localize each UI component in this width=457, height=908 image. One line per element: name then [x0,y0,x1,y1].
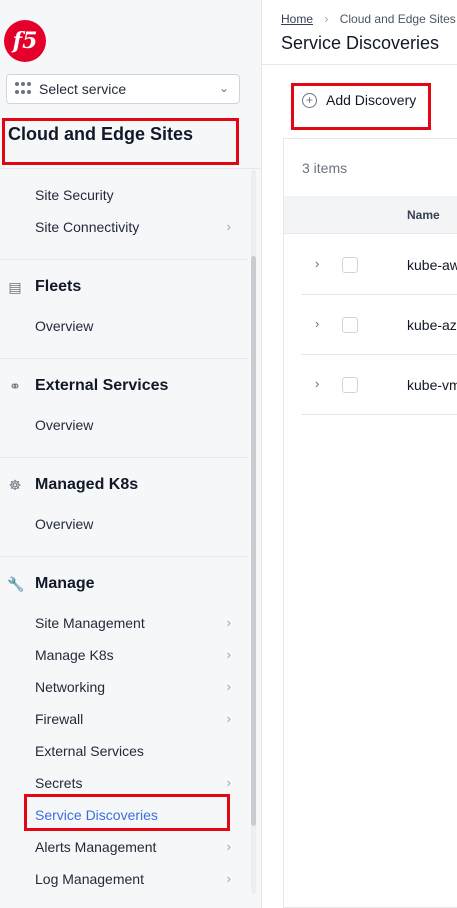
divider [0,358,248,359]
sidebar-item-label: Site Security [35,187,114,203]
sidebar-item-external-services-overview[interactable]: Overview [35,417,235,433]
row-name[interactable]: kube-vmware [407,377,457,393]
sidebar-item-manage-k8s[interactable]: Manage K8s › [35,647,235,663]
sidebar-item-managed-k8s-overview[interactable]: Overview [35,516,235,532]
row-checkbox[interactable] [342,257,358,273]
column-header-name[interactable]: Name [407,208,440,222]
group-title-external-services[interactable]: External Services [35,377,168,395]
wrench-icon: 🔧 [7,576,25,592]
sidebar-item-label: Site Management [35,615,145,631]
chevron-right-icon: › [226,871,231,886]
f5-logo[interactable]: f5 [4,20,46,62]
divider [262,64,457,65]
sidebar-item-secrets[interactable]: Secrets › [35,775,235,791]
items-count: 3 items [302,160,348,176]
page-title: Service Discoveries [281,33,440,53]
group-title-fleets[interactable]: Fleets [35,278,81,296]
sidebar-item-alerts-management[interactable]: Alerts Management › [35,839,235,855]
row-name[interactable]: kube-azure [407,317,457,333]
breadcrumb-home-link[interactable]: Home [281,12,313,26]
chevron-right-icon: › [226,615,231,630]
sidebar-item-external-services[interactable]: External Services [35,743,235,759]
row-name[interactable]: kube-aws [407,257,457,273]
sidebar-item-site-connectivity[interactable]: Site Connectivity › [35,219,235,235]
expand-row-icon[interactable]: › [315,256,319,271]
chevron-right-icon: › [226,647,231,662]
sidebar-item-log-management[interactable]: Log Management › [35,871,235,887]
divider [0,457,248,458]
sidebar-item-firewall[interactable]: Firewall › [35,711,235,727]
chevron-right-icon: › [226,711,231,726]
external-services-icon: ⚭ [9,378,21,394]
sidebar-item-label: Site Connectivity [35,219,140,235]
chevron-right-icon: › [324,12,329,26]
sidebar-item-label: Alerts Management [35,839,157,855]
select-service-dropdown[interactable]: Select service ⌄ [6,74,240,104]
divider [0,556,248,557]
kubernetes-icon: ☸ [8,477,22,493]
sidebar: f5 Select service ⌄ Cloud and Edge Sites… [0,0,262,908]
sidebar-item-label: Networking [35,679,106,695]
group-title-managed-k8s[interactable]: Managed K8s [35,476,138,494]
sidebar-item-label: External Services [35,743,144,759]
select-service-label: Select service [39,81,127,97]
divider [0,259,248,260]
apps-grid-icon [15,82,31,96]
expand-row-icon[interactable]: › [315,376,319,391]
row-checkbox[interactable] [342,377,358,393]
chevron-right-icon: › [226,839,231,854]
breadcrumb: Home › Cloud and Edge Sites [281,12,456,26]
sidebar-item-fleets-overview[interactable]: Overview [35,318,235,334]
group-title-manage[interactable]: Manage [35,575,95,593]
sidebar-scrollbar-thumb[interactable] [251,256,256,826]
sidebar-item-label: Log Management [35,871,144,887]
sidebar-item-networking[interactable]: Networking › [35,679,235,695]
breadcrumb-current[interactable]: Cloud and Edge Sites [340,12,456,26]
highlight-box-service-discoveries [24,794,230,831]
sidebar-item-label: Manage K8s [35,647,114,663]
chevron-right-icon: › [226,775,231,790]
highlight-box-add-discovery [291,83,431,130]
sidebar-item-site-security[interactable]: Site Security [35,187,235,203]
fleets-icon: ▤ [8,279,22,295]
sidebar-item-label: Secrets [35,775,83,791]
chevron-right-icon: › [226,679,231,694]
sidebar-item-label: Overview [35,318,94,334]
expand-row-icon[interactable]: › [315,316,319,331]
sidebar-item-label: Firewall [35,711,84,727]
highlight-box-section [2,118,239,165]
row-checkbox[interactable] [342,317,358,333]
sidebar-item-label: Overview [35,516,94,532]
chevron-right-icon: › [226,219,231,234]
sidebar-item-site-management[interactable]: Site Management › [35,615,235,631]
chevron-down-icon: ⌄ [218,81,229,95]
sidebar-item-label: Overview [35,417,94,433]
